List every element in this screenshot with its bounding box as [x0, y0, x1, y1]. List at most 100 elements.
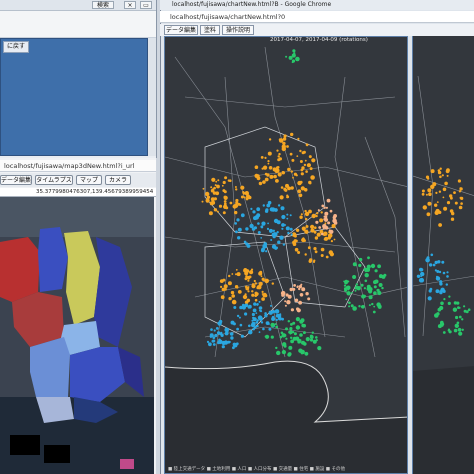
green-point	[378, 274, 383, 279]
choropleth-map[interactable]	[0, 197, 154, 474]
orange-point	[216, 184, 220, 189]
orange-point	[329, 252, 334, 257]
toolbar-button-1[interactable]: 検索	[92, 1, 114, 9]
blue-point	[224, 327, 229, 333]
green-point	[317, 346, 322, 351]
toolbar-button-2[interactable]: ×	[124, 1, 136, 9]
orange-point	[264, 156, 267, 159]
orange-point	[262, 180, 266, 184]
orange-point	[291, 158, 295, 162]
orange-point	[245, 269, 250, 273]
green-point	[355, 283, 358, 286]
orange-point	[210, 188, 215, 193]
green-point	[378, 283, 383, 287]
green-point	[358, 263, 362, 268]
blue-point	[216, 331, 221, 335]
peach-point	[333, 219, 337, 223]
green-point	[374, 269, 378, 273]
orange-point	[439, 167, 442, 170]
orange-point	[303, 239, 306, 242]
top-left-scrollbar[interactable]	[148, 38, 156, 156]
blue-point	[262, 204, 265, 207]
top-left-toolbar-strip	[0, 11, 156, 38]
green-point	[295, 317, 300, 322]
green-point	[281, 350, 286, 355]
blue-point	[438, 270, 442, 274]
peach-point	[289, 287, 293, 292]
blue-point	[237, 227, 242, 232]
orange-point	[457, 179, 461, 183]
orange-point	[300, 213, 303, 216]
green-point	[302, 331, 306, 335]
map-button[interactable]: マップ	[76, 175, 102, 185]
orange-point	[213, 208, 218, 212]
second-point-map[interactable]	[412, 36, 474, 474]
green-point	[373, 291, 377, 295]
peach-point	[299, 301, 302, 305]
orange-point	[281, 171, 284, 174]
point-layer-svg	[201, 49, 387, 357]
orange-point	[310, 224, 315, 229]
green-point	[275, 325, 279, 329]
orange-point	[304, 211, 310, 217]
peach-point	[333, 214, 337, 218]
blue-point	[258, 331, 261, 333]
data-edit-button[interactable]: データ編集	[0, 175, 32, 185]
orange-point	[333, 238, 336, 241]
orange-point	[243, 196, 246, 199]
blue-point	[234, 222, 237, 225]
blue-point	[435, 289, 440, 294]
orange-point	[218, 204, 223, 208]
orange-point	[460, 196, 464, 200]
orange-point	[436, 201, 439, 204]
tab-paint[interactable]: 塗料	[200, 25, 220, 35]
blue-point	[416, 274, 421, 278]
green-point	[291, 53, 296, 58]
blue-point	[439, 282, 443, 286]
green-point	[309, 338, 314, 342]
point-map[interactable]	[164, 36, 408, 474]
toolbar-button-3[interactable]: ▭	[140, 1, 152, 9]
peach-point	[321, 204, 325, 208]
orange-point	[210, 197, 215, 202]
orange-point	[311, 158, 316, 163]
orange-point	[443, 206, 448, 211]
orange-point	[460, 202, 463, 205]
right-url-bar[interactable]: localhost/fujisawa/chartNew.html?0	[160, 11, 474, 23]
region-1[interactable]	[0, 237, 40, 302]
orange-point	[277, 172, 282, 177]
orange-point	[205, 191, 210, 197]
blue-point	[258, 300, 261, 303]
peach-point	[327, 221, 331, 225]
green-point	[290, 336, 293, 339]
camera-button[interactable]: カメラ	[105, 175, 131, 185]
green-point	[354, 289, 357, 292]
orange-point	[290, 170, 293, 173]
blue-point	[268, 310, 273, 315]
orange-point	[302, 150, 306, 154]
green-point	[289, 327, 293, 331]
blue-point	[264, 314, 268, 318]
timelapse-button[interactable]: タイムラプス	[35, 175, 73, 185]
orange-point	[275, 168, 280, 173]
orange-point	[299, 160, 303, 163]
green-point	[315, 336, 318, 339]
orange-point	[309, 182, 312, 185]
orange-point	[239, 203, 242, 206]
blue-point	[270, 239, 273, 241]
orange-point	[261, 290, 264, 293]
orange-point	[244, 293, 247, 296]
back-button[interactable]: に戻す	[3, 41, 30, 53]
region-7[interactable]	[30, 337, 70, 397]
green-point	[461, 328, 464, 331]
peach-point	[329, 229, 334, 234]
tab-data-edit[interactable]: データ編集	[164, 25, 198, 35]
orange-point	[253, 279, 256, 283]
bottom-left-url-bar[interactable]: localhost/fujisawa/map3dNew.html?i_url	[0, 160, 156, 172]
orange-point	[211, 177, 216, 182]
orange-point	[287, 167, 291, 172]
tab-instructions[interactable]: 操作説明	[222, 25, 254, 35]
orange-point	[446, 201, 451, 205]
blue-point	[439, 290, 443, 295]
peach-point	[296, 307, 300, 311]
